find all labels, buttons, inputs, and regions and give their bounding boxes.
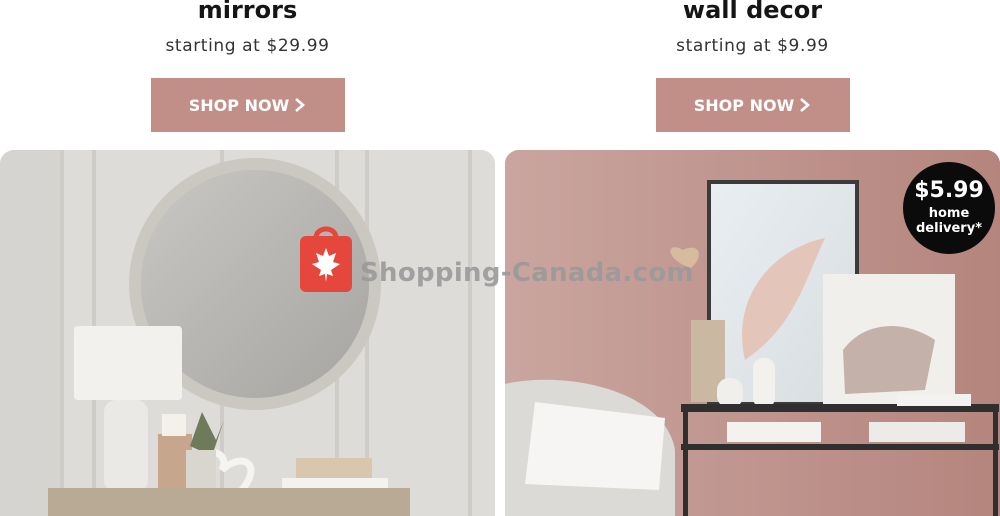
wall-decor-price: starting at $9.99	[676, 36, 829, 56]
chevron-right-icon	[800, 98, 811, 112]
shop-now-label: SHOP NOW	[188, 95, 290, 115]
mirrors-price: starting at $29.99	[165, 36, 330, 56]
shopping-canada-watermark: Shopping-Canada.com	[298, 222, 708, 294]
delivery-line-2: delivery*	[915, 221, 982, 236]
delivery-line-1: home	[928, 206, 970, 221]
wall-decor-title: wall decor	[682, 0, 823, 24]
shop-now-label: SHOP NOW	[693, 95, 795, 115]
maple-leaf-bag-icon	[300, 226, 352, 292]
mirror-scene-illustration	[0, 150, 495, 516]
watermark-text: Shopping-Canada.com	[360, 258, 694, 288]
wall-decor-shop-now-button[interactable]: SHOP NOW	[656, 78, 850, 132]
mirrors-product-image[interactable]	[0, 150, 495, 516]
delivery-price: $5.99	[914, 178, 984, 203]
wall-decor-product-image[interactable]: $5.99 home delivery*	[505, 150, 1000, 516]
home-delivery-badge: $5.99 home delivery*	[903, 162, 995, 254]
chevron-right-icon	[295, 98, 306, 112]
mirrors-title: mirrors	[197, 0, 298, 24]
mirrors-shop-now-button[interactable]: SHOP NOW	[151, 78, 345, 132]
